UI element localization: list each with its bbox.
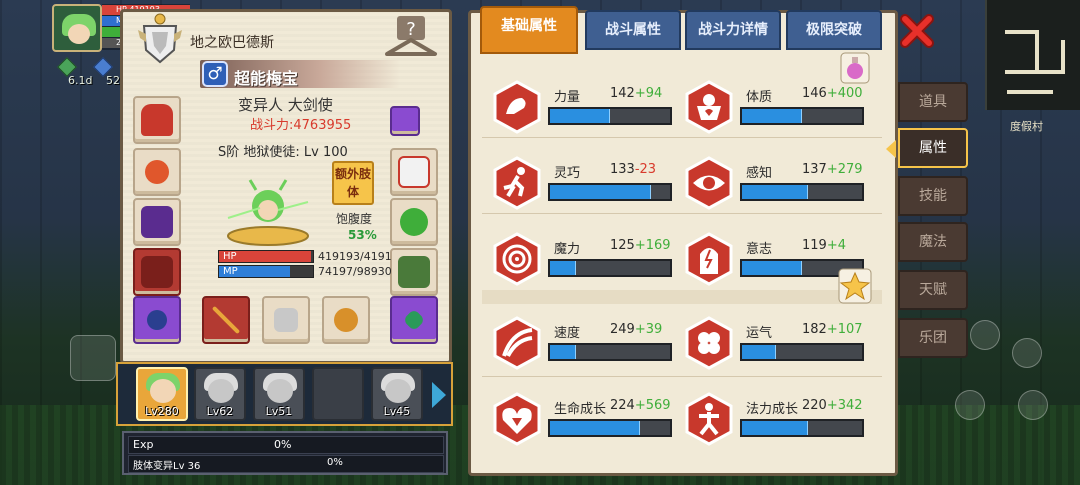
character-region: 地之欧巴德斯 bbox=[190, 35, 274, 51]
extra-limb-button[interactable]: 额外肢体 bbox=[332, 161, 374, 205]
side-tab-band[interactable]: 乐团 bbox=[898, 318, 968, 358]
star-icon[interactable] bbox=[838, 268, 872, 304]
muscle-heart-icon bbox=[685, 80, 733, 134]
hud-stat-left: 6.1d bbox=[68, 74, 93, 87]
crest-icon bbox=[138, 13, 182, 64]
character-name-bar bbox=[200, 60, 400, 88]
equip-slot-helmet[interactable] bbox=[133, 96, 181, 144]
svg-text:?: ? bbox=[406, 19, 416, 40]
equip-slot-armor[interactable] bbox=[133, 198, 181, 246]
attribute-luck: 运气 182+107 bbox=[684, 312, 874, 374]
equip-slot-bow[interactable] bbox=[322, 296, 370, 344]
tab-basic-attributes[interactable]: 基础属性 bbox=[480, 6, 578, 54]
attribute-strength: 力量 142+94 bbox=[492, 76, 682, 138]
limb-mutation-bar: 肢体变异Lv 36 0% bbox=[128, 455, 444, 473]
party-empty-slot[interactable] bbox=[312, 367, 364, 421]
wardrobe-hanger-icon[interactable]: ? bbox=[383, 16, 439, 62]
mp-value: 74197/98930 bbox=[318, 265, 392, 278]
active-tab-pointer-icon bbox=[886, 140, 896, 158]
equip-slot-glove[interactable] bbox=[390, 148, 438, 196]
side-tab-items[interactable]: 道具 bbox=[898, 82, 968, 122]
hud-stat-right: 52 bbox=[106, 74, 120, 87]
side-tab-talent[interactable]: 天赋 bbox=[898, 270, 968, 310]
attribute-dexterity: 灵巧 133-23 bbox=[492, 152, 682, 214]
male-gender-icon: ♂ bbox=[202, 61, 228, 87]
skill-button[interactable] bbox=[1012, 338, 1042, 368]
side-tab-magic[interactable]: 魔法 bbox=[898, 222, 968, 262]
tab-limit-break[interactable]: 极限突破 bbox=[786, 10, 882, 50]
party-member-card[interactable]: Lv280 bbox=[136, 367, 188, 421]
attribute-mana-growth: 法力成长 220+342 bbox=[684, 388, 874, 450]
wind-icon bbox=[493, 316, 541, 370]
eye-icon bbox=[685, 156, 733, 210]
satiety-label: 饱腹度 bbox=[336, 212, 373, 226]
character-name: 超能梅宝 bbox=[234, 69, 299, 88]
section-divider bbox=[482, 290, 882, 304]
attack-sword-icon[interactable] bbox=[955, 390, 985, 420]
equip-slot-ring-right[interactable] bbox=[390, 296, 438, 344]
tab-combat-power-detail[interactable]: 战斗力详情 bbox=[685, 10, 781, 50]
party-member-card[interactable]: Lv62 bbox=[194, 367, 246, 421]
mp-bar: MP bbox=[218, 265, 314, 278]
map-location-label: 度假村 bbox=[1010, 120, 1043, 133]
party-next-arrow-icon[interactable] bbox=[432, 382, 446, 408]
row-divider bbox=[482, 376, 882, 377]
attribute-magic: 魔力 125+169 bbox=[492, 228, 682, 290]
party-member-card[interactable]: Lv45 bbox=[371, 367, 423, 421]
equip-slot-axe[interactable] bbox=[262, 296, 310, 344]
side-tab-skills[interactable]: 技能 bbox=[898, 176, 968, 216]
party-member-card[interactable]: Lv51 bbox=[253, 367, 305, 421]
equip-slot-rune[interactable] bbox=[390, 106, 420, 136]
equip-slot-boots[interactable] bbox=[390, 248, 438, 296]
equip-slot-amulet[interactable] bbox=[133, 148, 181, 196]
spiral-icon bbox=[493, 232, 541, 286]
hourglass-icon[interactable] bbox=[970, 320, 1000, 350]
satiety-value: 53% bbox=[348, 228, 377, 242]
exp-bar: Exp 0% bbox=[128, 436, 444, 454]
equip-slot-ring-left[interactable] bbox=[133, 296, 181, 344]
attribute-constitution: 体质 146+400 bbox=[684, 76, 874, 138]
player-avatar[interactable] bbox=[52, 4, 102, 52]
equip-slot-staff[interactable] bbox=[202, 296, 250, 344]
hp-bar: HP bbox=[218, 250, 314, 263]
character-class: 变异人 大剑使 bbox=[238, 96, 333, 114]
runner-icon bbox=[493, 156, 541, 210]
character-rank: S阶 地狱使徒: Lv 100 bbox=[218, 145, 348, 160]
dpad-left-button[interactable] bbox=[70, 335, 116, 381]
attribute-speed: 速度 249+39 bbox=[492, 312, 682, 374]
attribute-life-growth: 生命成长 224+569 bbox=[492, 388, 682, 450]
equip-slot-mirror[interactable] bbox=[390, 198, 438, 246]
mind-icon bbox=[685, 232, 733, 286]
close-icon[interactable] bbox=[900, 14, 934, 48]
combat-power: 战斗力:4763955 bbox=[250, 118, 352, 133]
hero-sprite bbox=[227, 179, 309, 246]
hp-value: 419193/4191 bbox=[318, 250, 392, 263]
bow-icon[interactable] bbox=[1018, 390, 1048, 420]
exp-box: Exp 0% 肢体变异Lv 36 0% bbox=[122, 431, 448, 475]
arm-icon bbox=[493, 80, 541, 134]
side-tab-attributes[interactable]: 属性 bbox=[898, 128, 968, 168]
equip-slot-gauntlet[interactable] bbox=[133, 248, 181, 296]
clover-icon bbox=[685, 316, 733, 370]
tab-combat-attributes[interactable]: 战斗属性 bbox=[585, 10, 681, 50]
heart-growth-icon bbox=[493, 392, 541, 446]
minimap[interactable] bbox=[985, 0, 1080, 110]
mana-growth-icon bbox=[685, 392, 733, 446]
attribute-perception: 感知 137+279 bbox=[684, 152, 874, 214]
